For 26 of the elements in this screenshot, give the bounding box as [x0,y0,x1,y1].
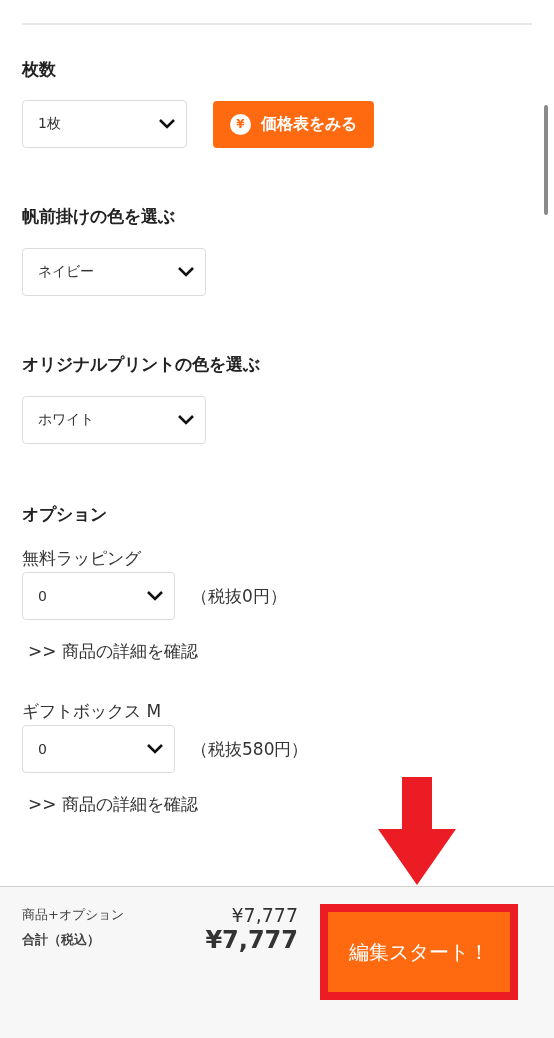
option-name: 無料ラッピング [22,547,142,569]
chevron-down-icon [177,414,195,426]
option-select[interactable]: 0 [22,725,175,773]
section-heading: 枚数 [22,58,57,80]
product-detail-link[interactable]: >> 商品の詳細を確認 [28,793,198,816]
subtotal-amount: ¥7,777 [230,904,298,926]
chevron-down-icon [146,743,164,755]
total-label: 合計（税込） [22,931,101,949]
quantity-select[interactable]: 1枚 [22,100,187,148]
section-heading: オプション [22,503,108,525]
color-select[interactable]: ネイビー [22,248,206,296]
subtotal-label: 商品+オプション [22,906,125,924]
product-detail-link[interactable]: >> 商品の詳細を確認 [28,640,198,663]
option-price: （税抜580円） [191,737,309,761]
chevron-down-icon [177,266,195,278]
color-select[interactable]: ホワイト [22,396,206,444]
option-select[interactable]: 0 [22,572,175,620]
option-price: （税抜0円） [191,584,287,608]
section-heading: 帆前掛けの色を選ぶ [22,205,176,227]
section-heading: オリジナルプリントの色を選ぶ [22,353,261,375]
chevron-down-icon [146,590,164,602]
chevron-down-icon [158,118,176,130]
yen-icon: ¥ [230,113,251,135]
option-name: ギフトボックス M [22,700,163,722]
total-amount: ¥7,777 [204,926,298,954]
arrow-down-icon [378,777,456,885]
